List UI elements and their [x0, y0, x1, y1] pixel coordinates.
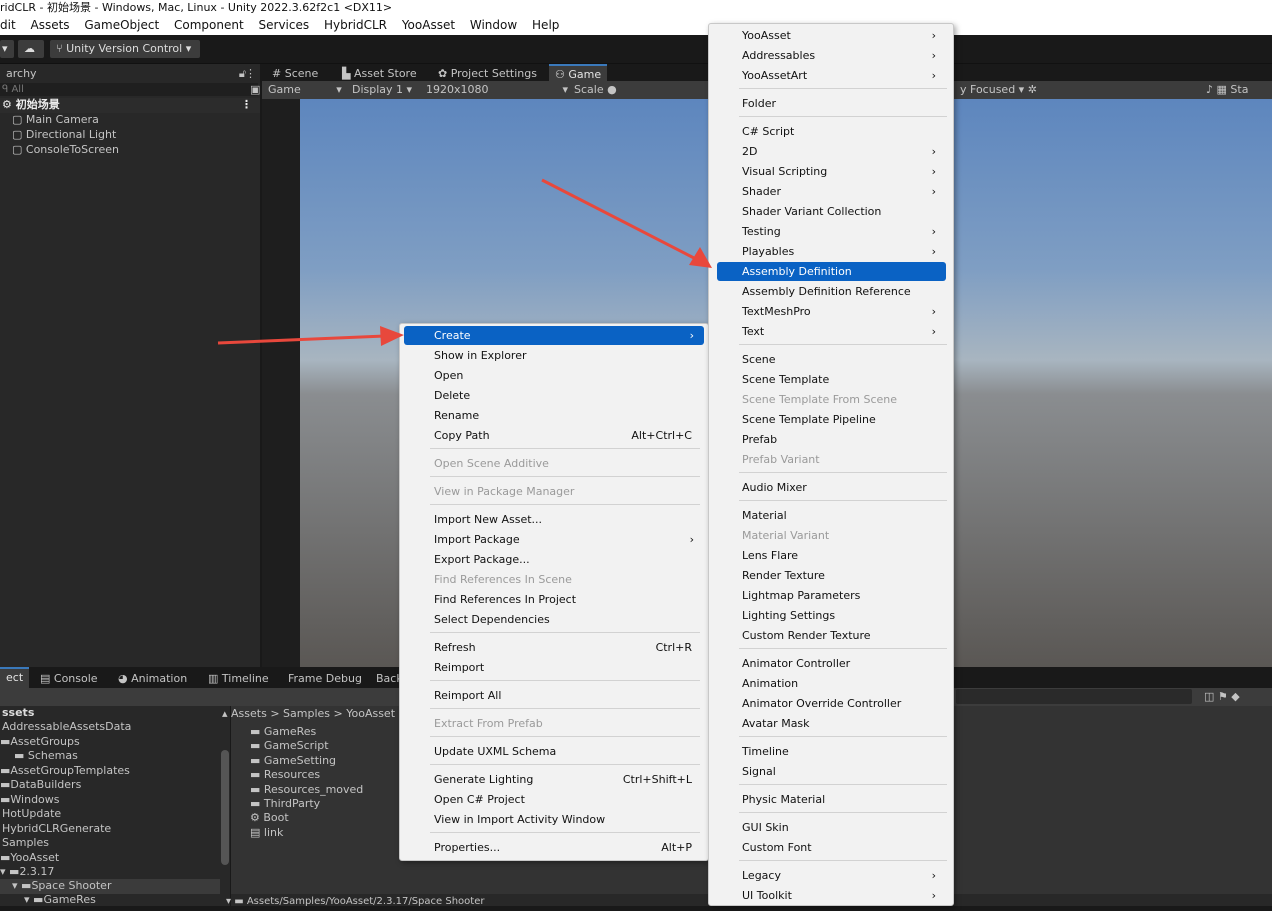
arrowhead-create	[380, 326, 404, 346]
annotation-arrows	[217, 178, 712, 346]
arrow-to-assembly-definition	[541, 178, 695, 260]
arrow-to-create	[217, 334, 385, 345]
